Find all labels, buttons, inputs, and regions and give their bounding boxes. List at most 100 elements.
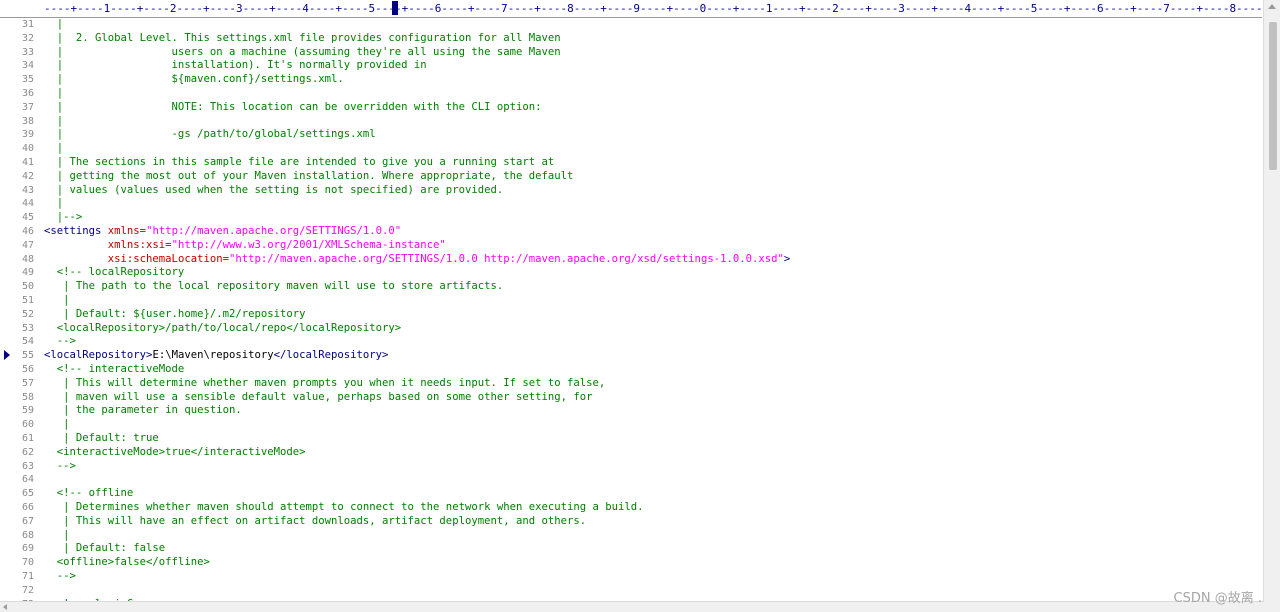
code-line[interactable]: 41 | The sections in this sample file ar… [0, 156, 1264, 170]
code-line[interactable]: 55 <localRepository>E:\Maven\repository</… [0, 349, 1264, 363]
line-number: 52 [21, 308, 34, 320]
code-text: | [44, 528, 70, 543]
code-text: | the parameter in question. [44, 404, 242, 418]
line-number: 69 [21, 543, 34, 555]
line-number: 48 [21, 253, 34, 265]
code-token: > [783, 252, 791, 265]
line-number: 36 [21, 88, 34, 99]
code-text: | users on a machine (assuming they're a… [44, 46, 561, 60]
code-token: | This will have an effect on artifact d… [44, 514, 587, 527]
line-number: 40 [21, 143, 34, 155]
code-token: | -gs /path/to/global/settings.xml [44, 128, 376, 141]
code-line[interactable]: 48 xsi:schemaLocation="http://maven.apac… [0, 253, 1264, 267]
line-number: 46 [21, 226, 34, 237]
code-text: <!-- localRepository [44, 266, 185, 280]
code-token: "http://maven.apache.org/SETTINGS/1.0.0 … [228, 252, 784, 265]
code-line[interactable]: 31 | [0, 18, 1264, 32]
scroll-left-arrow-icon[interactable] [3, 604, 7, 610]
code-line[interactable]: 38 | [0, 115, 1264, 129]
code-text: | [44, 18, 63, 32]
line-number: 54 [21, 336, 34, 348]
code-text: <interactiveMode>true</interactiveMode> [44, 446, 306, 460]
code-text: xsi:schemaLocation="http://maven.apache.… [44, 253, 790, 267]
code-line[interactable]: 49 <!-- localRepository [0, 266, 1264, 280]
scroll-up-arrow-icon[interactable] [1268, 4, 1276, 9]
code-token: | [44, 528, 70, 541]
code-line[interactable]: 66 | Determines whether maven should att… [0, 501, 1264, 515]
code-line[interactable]: 32 | 2. Global Level. This settings.xml … [0, 32, 1264, 46]
code-line[interactable]: 64 [0, 473, 1264, 487]
horizontal-scrollbar[interactable] [0, 601, 1264, 612]
code-line[interactable]: 69 | Default: false [0, 542, 1264, 556]
code-line[interactable]: 42 | getting the most out of your Maven … [0, 170, 1264, 184]
line-number: 35 [21, 74, 34, 86]
column-ruler: ----+----1----+----2----+----3----+----4… [0, 0, 1262, 18]
line-number: 44 [21, 198, 34, 210]
code-line[interactable]: 45 |--> [0, 211, 1264, 225]
code-line[interactable]: 57 | This will determine whether maven p… [0, 377, 1264, 391]
line-number: 72 [21, 584, 34, 596]
code-line[interactable]: 58 | maven will use a sensible default v… [0, 391, 1264, 405]
line-number: 41 [21, 157, 34, 168]
code-line[interactable]: 71 --> [0, 570, 1264, 584]
line-number: 50 [21, 281, 34, 293]
line-number: 37 [21, 101, 34, 113]
line-number: 58 [21, 391, 34, 403]
code-line[interactable]: 52 | Default: ${user.home}/.m2/repositor… [0, 308, 1264, 322]
code-line[interactable]: 63 --> [0, 460, 1264, 474]
line-number: 71 [21, 571, 34, 582]
line-number: 34 [21, 60, 34, 72]
code-token: <!-- offline [44, 487, 134, 500]
code-token: | The sections in this sample file are i… [44, 156, 555, 168]
code-line[interactable]: 39 | -gs /path/to/global/settings.xml [0, 128, 1264, 142]
line-number: 63 [21, 460, 34, 472]
code-line[interactable]: 72 [0, 584, 1264, 598]
code-token: <localRepository> [44, 349, 153, 362]
code-line[interactable]: 40 | [0, 142, 1264, 156]
code-line[interactable]: 43 | values (values used when the settin… [0, 184, 1264, 198]
line-number: 67 [21, 515, 34, 527]
code-text: | [44, 294, 69, 308]
code-text: | [44, 418, 69, 432]
code-editor[interactable]: 31 | 32 | 2. Global Level. This settings.… [0, 18, 1264, 602]
code-line[interactable]: 47 xmlns:xsi="http://www.w3.org/2001/XML… [0, 239, 1264, 253]
code-token: </localRepository> [273, 349, 389, 362]
code-text: | This will determine whether maven prom… [44, 377, 605, 391]
code-line[interactable]: 46 <settings xmlns="http://maven.apache.o… [0, 225, 1264, 239]
line-number: 43 [21, 184, 34, 196]
line-number: 70 [21, 557, 34, 569]
code-line[interactable]: 61 | Default: true [0, 432, 1264, 446]
code-text: <offline>false</offline> [44, 556, 210, 570]
code-token: | [44, 142, 64, 155]
code-line[interactable]: 36 | [0, 87, 1264, 101]
code-line[interactable]: 65 <!-- offline [0, 487, 1264, 501]
code-text: --> [44, 570, 76, 584]
code-line[interactable]: 50 | The path to the local repository ma… [0, 280, 1264, 294]
line-number: 49 [21, 267, 34, 279]
code-line[interactable]: 53 <localRepository>/path/to/local/repo<… [0, 322, 1264, 336]
code-text: | Default: ${user.home}/.m2/repository [44, 308, 305, 322]
code-line[interactable]: 54 --> [0, 335, 1264, 349]
code-token: --> [44, 459, 76, 472]
code-token: | NOTE: This location can be overridden … [44, 100, 542, 113]
vertical-scroll-thumb[interactable] [1269, 22, 1277, 170]
code-line[interactable]: 56 <!-- interactiveMode [0, 363, 1264, 377]
line-number: 65 [21, 488, 34, 500]
code-line[interactable]: 70 <offline>false</offline> [0, 556, 1264, 570]
code-line[interactable]: 68 | [0, 529, 1264, 543]
code-line[interactable]: 60 | [0, 418, 1264, 432]
code-line[interactable]: 34 | installation). It's normally provid… [0, 59, 1264, 73]
code-line[interactable]: 62 <interactiveMode>true</interactiveMod… [0, 446, 1264, 460]
code-line[interactable]: 33 | users on a machine (assuming they'r… [0, 46, 1264, 60]
code-line[interactable]: 67 | This will have an effect on artifac… [0, 515, 1264, 529]
line-number: 55 [21, 350, 34, 362]
vertical-scrollbar[interactable] [1263, 0, 1280, 612]
code-line[interactable]: 35 | ${maven.conf}/settings.xml. [0, 73, 1264, 87]
code-line[interactable]: 51 | [0, 294, 1264, 308]
code-token: --> [44, 335, 76, 348]
code-line[interactable]: 59 | the parameter in question. [0, 404, 1264, 418]
code-line[interactable]: 37 | NOTE: This location can be overridd… [0, 101, 1264, 115]
code-line[interactable]: 44 | [0, 197, 1264, 211]
code-text: | [44, 87, 63, 101]
